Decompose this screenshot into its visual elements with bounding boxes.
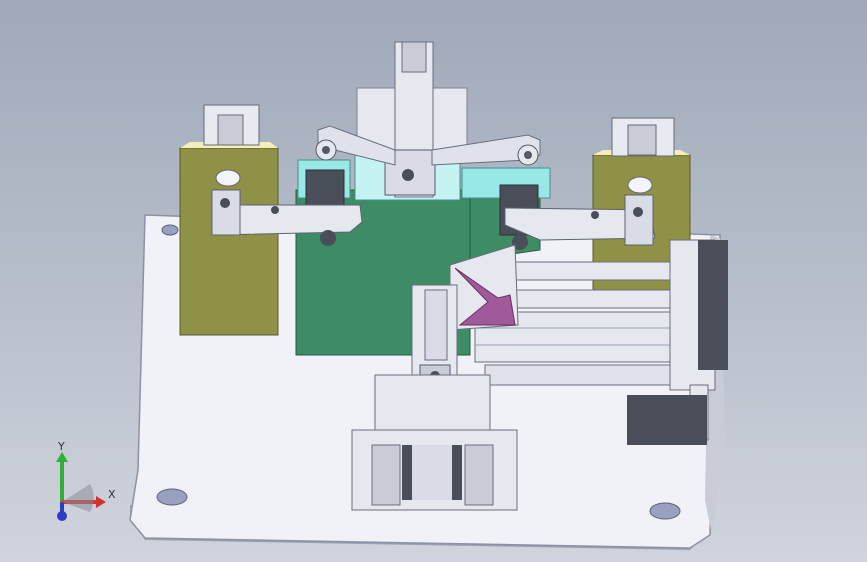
mounting-hole bbox=[649, 502, 681, 520]
left-knob bbox=[215, 169, 241, 187]
x-arrow-icon bbox=[96, 496, 106, 508]
left-lever-bolt bbox=[220, 198, 230, 208]
y-axis-label: Y bbox=[57, 440, 65, 453]
cad-viewport[interactable]: Y X bbox=[0, 0, 867, 562]
y-arrow-icon bbox=[56, 452, 68, 462]
right-lever-bolt bbox=[633, 207, 643, 217]
triad-view-plane bbox=[62, 484, 94, 512]
mounting-hole bbox=[156, 488, 188, 506]
pivot-pin-core bbox=[322, 146, 330, 154]
cylinder-rod bbox=[484, 364, 686, 386]
left-clamp-post-inner bbox=[217, 114, 244, 146]
left-lever-roller bbox=[320, 230, 336, 246]
assembly-model[interactable] bbox=[0, 0, 867, 562]
bracket-leg-left bbox=[371, 444, 401, 506]
bracket-leg-right bbox=[464, 444, 494, 506]
front-bracket[interactable] bbox=[374, 374, 491, 436]
left-lever-hole bbox=[271, 206, 279, 214]
cylinder-end-dark bbox=[698, 240, 728, 370]
axis-triad: Y X bbox=[56, 440, 116, 521]
right-lever-hinge bbox=[624, 194, 654, 246]
top-arm-cap bbox=[401, 41, 427, 73]
left-lever-hinge bbox=[211, 189, 241, 236]
right-clamp-post-inner bbox=[627, 124, 657, 156]
pivot-pin-core bbox=[524, 151, 532, 159]
bracket-slot-fill bbox=[412, 445, 452, 500]
mounting-hole bbox=[161, 224, 179, 236]
z-arrow-icon bbox=[57, 511, 67, 521]
front-clamp-arm-inner bbox=[424, 289, 448, 361]
right-knob bbox=[627, 176, 653, 194]
right-lever-hole bbox=[591, 211, 599, 219]
cylinder-mount-dark bbox=[627, 395, 707, 445]
center-bolt bbox=[402, 169, 414, 181]
x-axis-label: X bbox=[108, 488, 116, 501]
